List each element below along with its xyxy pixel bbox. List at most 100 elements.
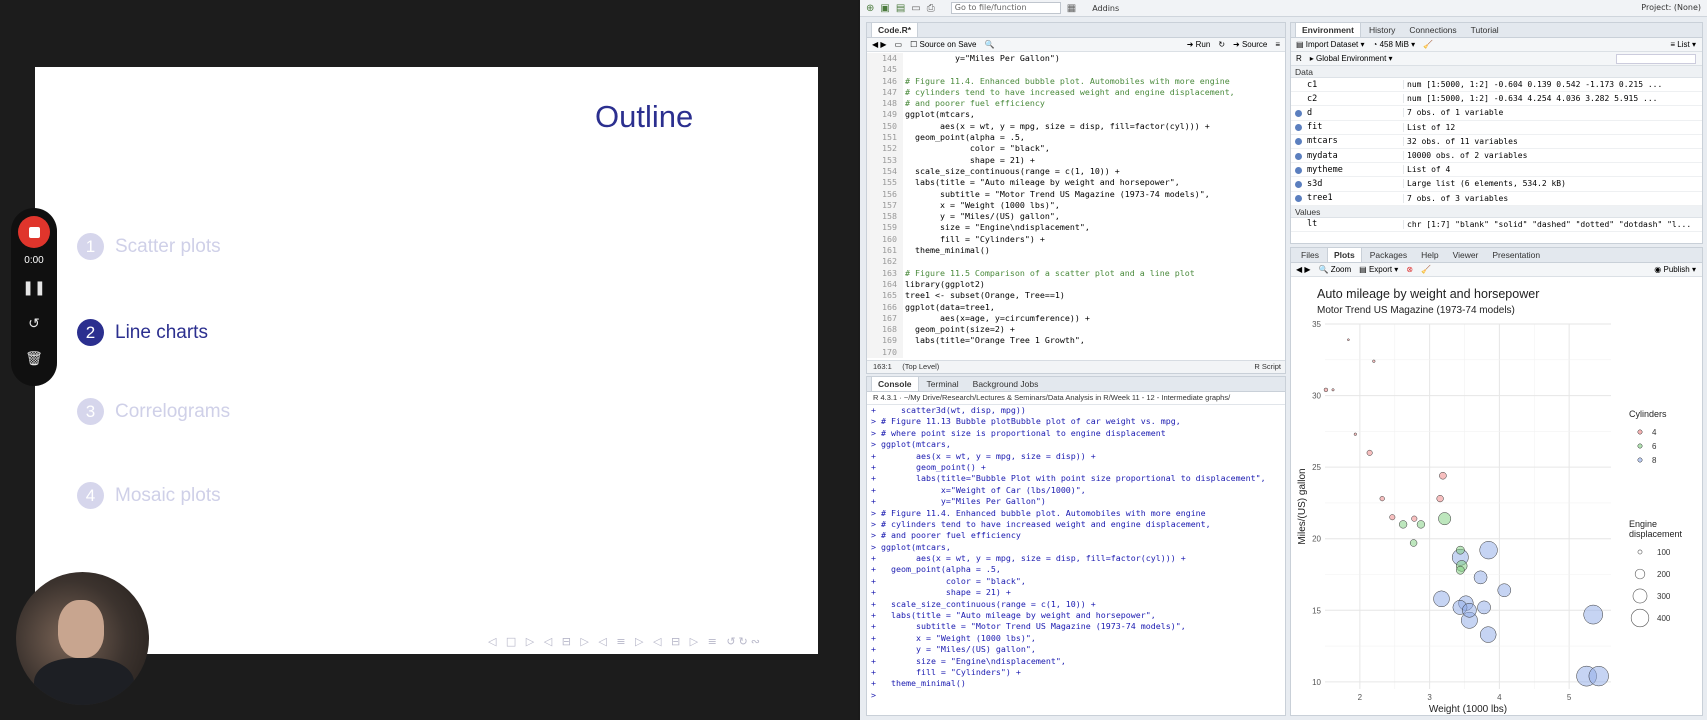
stop-recording-button[interactable]: [18, 216, 50, 248]
memory-usage[interactable]: ◔ 458 MiB ▾: [1373, 40, 1416, 49]
remove-plot-icon[interactable]: ⊗: [1406, 265, 1413, 274]
code-line[interactable]: 155 labs(title = "Auto mileage by weight…: [867, 177, 1285, 189]
environment-row[interactable]: mytheme List of 4: [1291, 163, 1702, 178]
global-environment-select[interactable]: ▸ Global Environment ▾: [1310, 54, 1393, 63]
code-line[interactable]: 169 labs(title="Orange Tree 1 Growth",: [867, 335, 1285, 347]
code-line[interactable]: 165 tree1 <- subset(Orange, Tree==1): [867, 290, 1285, 302]
code-line[interactable]: 161 theme_minimal(): [867, 245, 1285, 257]
console-output[interactable]: + scatter3d(wt, disp, mpg)) > # Figure 11…: [867, 405, 1285, 701]
code-line[interactable]: 144 y="Miles Per Gallon"): [867, 53, 1285, 65]
pause-icon[interactable]: ❚❚: [11, 280, 57, 296]
code-line[interactable]: 166 ggplot(data=tree1,: [867, 301, 1285, 313]
code-line[interactable]: 162: [867, 256, 1285, 268]
code-line[interactable]: 154 scale_size_continuous(range = c(1, 1…: [867, 165, 1285, 178]
print-icon[interactable]: ⎙: [927, 3, 935, 14]
variable-name: c1: [1307, 79, 1318, 90]
trash-icon[interactable]: 🗑: [11, 351, 57, 367]
tab-connections[interactable]: Connections: [1403, 23, 1462, 37]
code-line[interactable]: 152 color = "black",: [867, 143, 1285, 155]
code-line[interactable]: 148 # and poorer fuel efficiency: [867, 98, 1285, 110]
outline-item-1[interactable]: 1 Scatter plots: [77, 233, 221, 260]
code-line[interactable]: 145: [867, 64, 1285, 76]
save-icon[interactable]: ▭: [911, 3, 920, 14]
webcam-bubble[interactable]: [16, 572, 149, 705]
environment-row[interactable]: tree1 7 obs. of 3 variables: [1291, 192, 1702, 206]
line-number: 169: [867, 335, 903, 347]
environment-row[interactable]: c1 num [1:5000, 1:2] -0.604 0.139 0.542 -…: [1291, 78, 1702, 93]
code-line[interactable]: 158 y = "Miles/(US) gallon",: [867, 211, 1285, 223]
code-line[interactable]: 163 # Figure 11.5 Comparison of a scatter…: [867, 267, 1285, 279]
tab-plots[interactable]: Plots: [1326, 248, 1362, 262]
code-line[interactable]: 167 aes(x=age, y=circumference)) +: [867, 312, 1285, 325]
code-line[interactable]: 159 size = "Engine\ndisplacement",: [867, 222, 1285, 234]
broom-icon[interactable]: 🧹: [1421, 265, 1431, 274]
console-line: + aes(x = wt, y = mpg, size = disp, fill…: [871, 553, 1186, 564]
zoom-button[interactable]: 🔍 Zoom: [1319, 265, 1352, 274]
tab-console[interactable]: Console: [871, 377, 919, 391]
environment-row[interactable]: mydata 10000 obs. of 2 variables: [1291, 149, 1702, 164]
save-icon[interactable]: ▭: [895, 40, 903, 49]
outline-item-3[interactable]: 3 Correlograms: [77, 398, 230, 425]
code-line[interactable]: 164 library(ggplot2): [867, 278, 1285, 291]
code-line[interactable]: 147 # cylinders tend to have increased we…: [867, 86, 1285, 99]
tab-terminal[interactable]: Terminal: [921, 377, 965, 391]
code-line[interactable]: 150 aes(x = wt, y = mpg, size = disp, fi…: [867, 120, 1285, 133]
import-dataset-button[interactable]: ▤ Import Dataset ▾: [1296, 40, 1365, 49]
goto-file-input[interactable]: Go to file/function: [950, 2, 1061, 14]
open-file-icon[interactable]: ▤: [896, 3, 905, 14]
tab-help[interactable]: Help: [1415, 248, 1444, 262]
project-menu[interactable]: Project: (None): [1641, 3, 1701, 12]
code-text: ggplot(data=tree1,: [905, 301, 995, 312]
tab-tutorial[interactable]: Tutorial: [1465, 23, 1505, 37]
tab-history[interactable]: History: [1363, 23, 1401, 37]
outline-number: 2: [77, 319, 104, 346]
code-line[interactable]: 170: [867, 346, 1285, 359]
code-line[interactable]: 157 x = "Weight (1000 lbs)",: [867, 199, 1285, 212]
environment-row[interactable]: c2 num [1:5000, 1:2] -0.634 4.254 4.036 3…: [1291, 92, 1702, 107]
outline-item-4[interactable]: 4 Mosaic plots: [77, 482, 221, 509]
source-on-save-checkbox[interactable]: ☐ Source on Save: [910, 40, 976, 49]
tab-packages[interactable]: Packages: [1364, 248, 1413, 262]
rerun-icon[interactable]: ↻: [1218, 40, 1225, 49]
outline-icon[interactable]: ≡: [1275, 40, 1280, 49]
list-view-menu[interactable]: ≡ List ▾: [1670, 40, 1696, 49]
code-line[interactable]: 168 geom_point(size=2) +: [867, 324, 1285, 336]
environment-row[interactable]: d7 obs. of 1 variable: [1291, 106, 1702, 121]
back-icon[interactable]: ◀ ▶: [872, 40, 887, 49]
tab-presentation[interactable]: Presentation: [1486, 248, 1546, 262]
broom-icon[interactable]: 🧹: [1423, 40, 1433, 49]
code-line[interactable]: 153 shape = 21) +: [867, 154, 1285, 166]
search-icon[interactable]: 🔍: [984, 40, 994, 49]
outline-item-2[interactable]: 2 Line charts: [77, 319, 208, 346]
code-line[interactable]: 156 subtitle = "Motor Trend US Magazine …: [867, 188, 1285, 200]
environment-row[interactable]: lt chr [1:7] "blank" "solid" "dashed" "do…: [1291, 218, 1702, 232]
prev-plot-icon[interactable]: ◀ ▶: [1296, 265, 1311, 274]
slide-navigation-controls[interactable]: ◁ □ ▷ ◁ ⊟ ▷ ◁ ≡ ▷ ◁ ⊟ ▷ ≡ ↺↻∾: [488, 635, 763, 648]
tab-environment[interactable]: Environment: [1295, 23, 1361, 37]
restart-icon[interactable]: ↺: [11, 316, 57, 332]
source-button[interactable]: ➜ Source: [1233, 40, 1267, 49]
outline-label: Scatter plots: [115, 235, 221, 257]
new-project-icon[interactable]: ▣: [880, 3, 889, 14]
tab-background-jobs[interactable]: Background Jobs: [967, 377, 1045, 391]
run-button[interactable]: ➜ Run: [1187, 40, 1211, 49]
environment-row[interactable]: mtcars 32 obs. of 11 variables: [1291, 135, 1702, 149]
code-line[interactable]: 151 geom_point(alpha = .5,: [867, 132, 1285, 144]
export-menu[interactable]: ▤ Export ▾: [1359, 265, 1398, 274]
source-status-bar: 163:1 (Top Level) R Script: [867, 360, 1285, 373]
environment-row[interactable]: s3d Large list (6 elements, 534.2 kB): [1291, 177, 1702, 192]
environment-row[interactable]: fit List of 12: [1291, 121, 1702, 135]
tab-viewer[interactable]: Viewer: [1447, 248, 1485, 262]
addins-menu[interactable]: Addins: [1092, 4, 1119, 13]
tab-code-r[interactable]: Code.R*: [871, 23, 919, 37]
tab-files[interactable]: Files: [1295, 248, 1325, 262]
code-editor[interactable]: 144 y="Miles Per Gallon") 145 146 # Figure …: [867, 53, 1285, 373]
grid-icon[interactable]: ▦: [1067, 3, 1076, 14]
code-line[interactable]: 146 # Figure 11.4. Enhanced bubble plot. …: [867, 75, 1285, 87]
language-select[interactable]: R: [1296, 54, 1302, 63]
code-line[interactable]: 149 ggplot(mtcars,: [867, 109, 1285, 121]
code-line[interactable]: 160 fill = "Cylinders") +: [867, 233, 1285, 246]
environment-search-input[interactable]: [1616, 53, 1696, 64]
new-file-icon[interactable]: ⊕: [866, 3, 874, 14]
publish-button[interactable]: ◉ Publish ▾: [1654, 265, 1696, 274]
